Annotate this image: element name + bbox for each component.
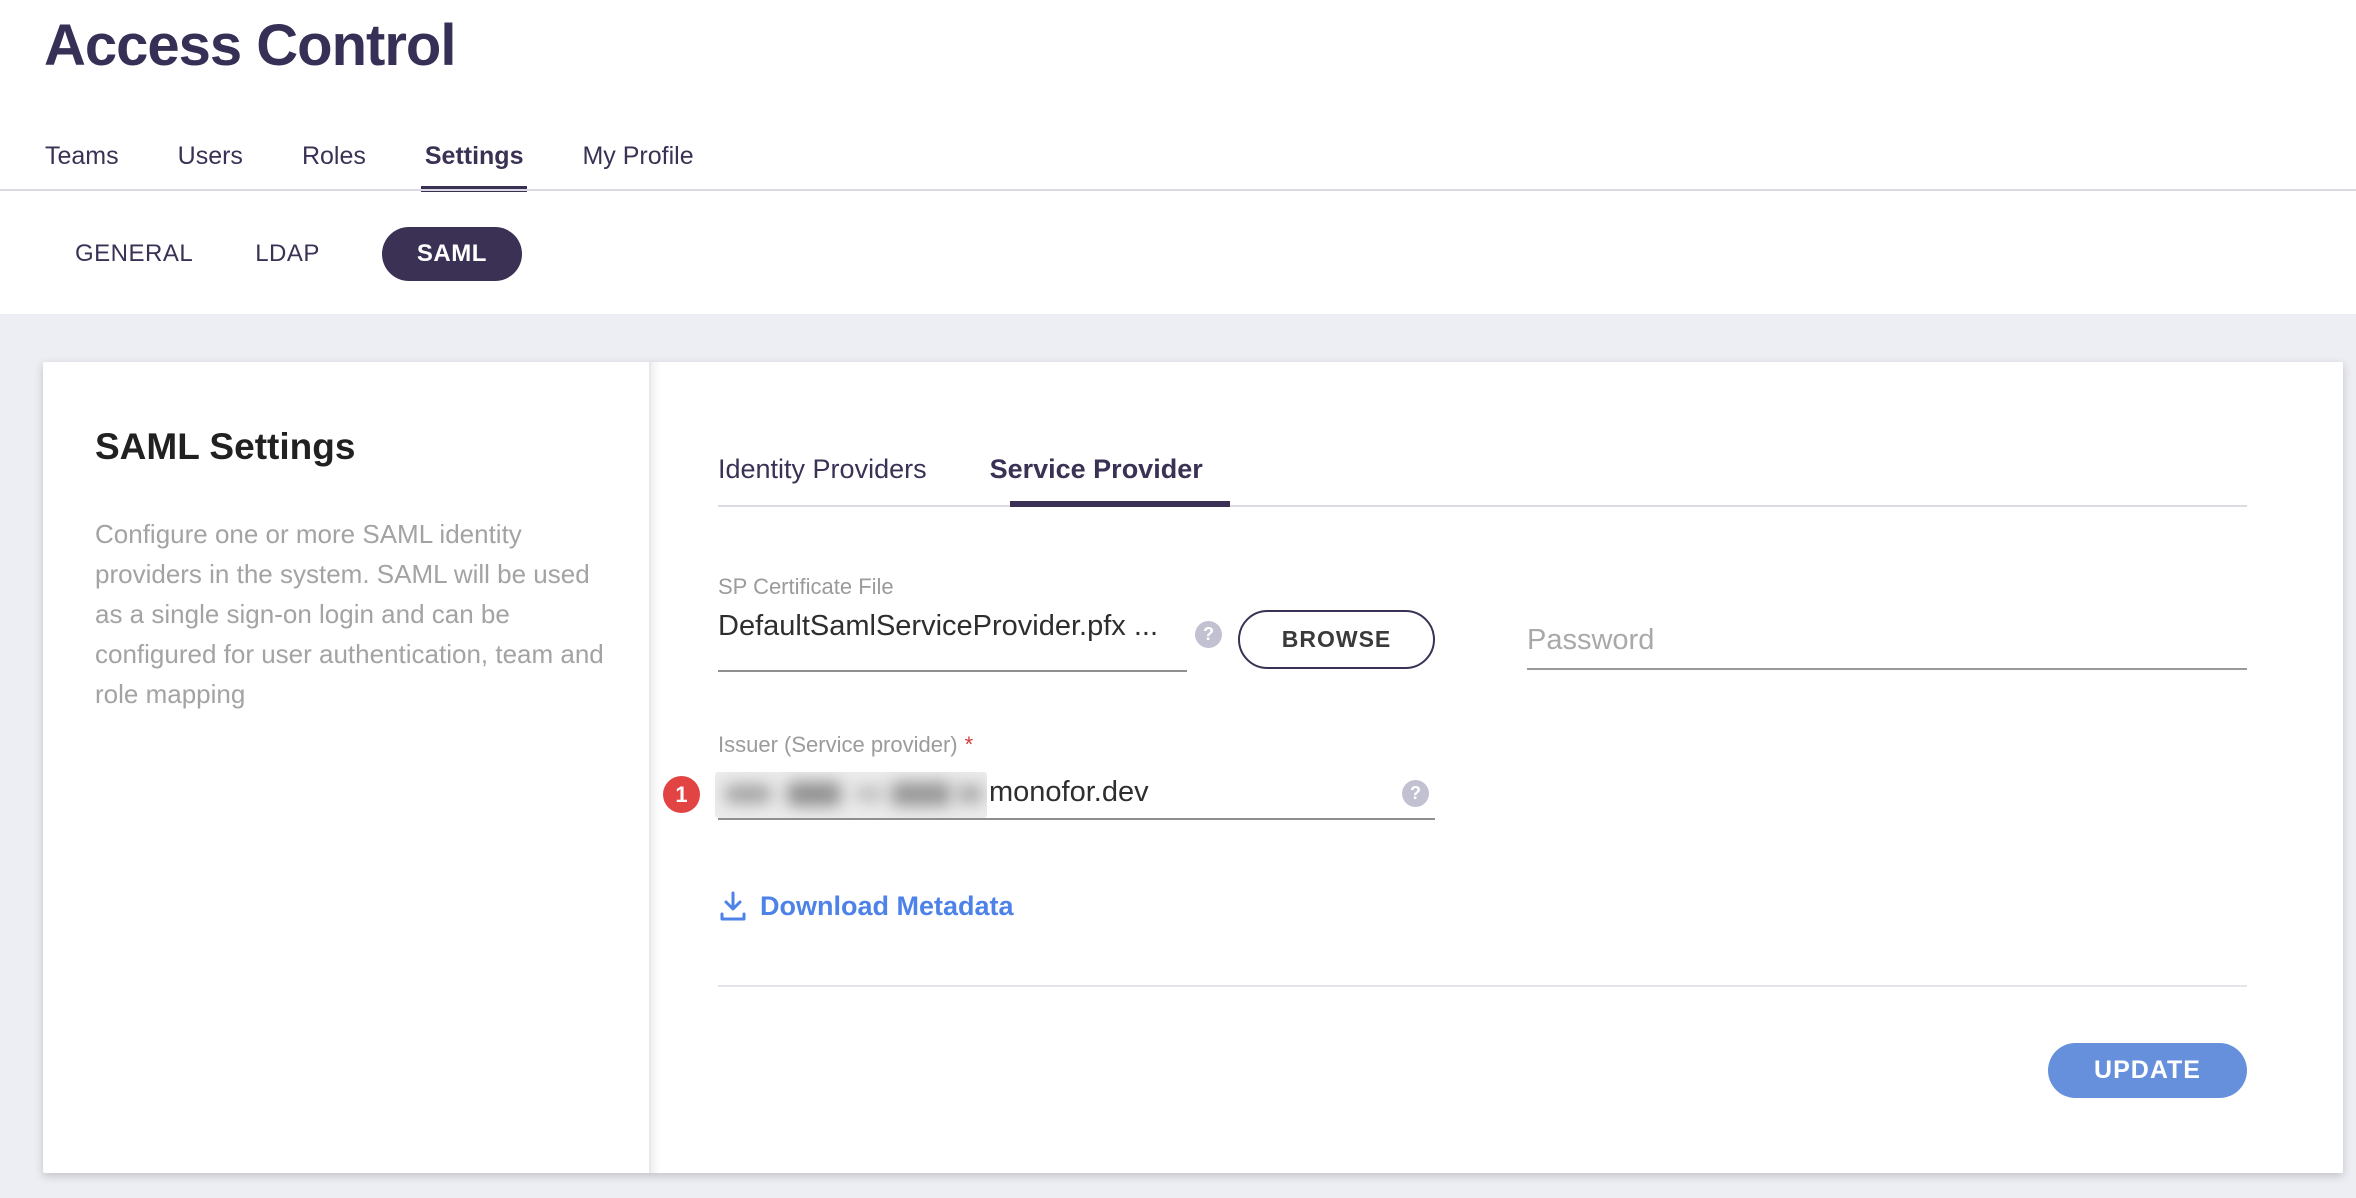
tab-my-profile[interactable]: My Profile	[582, 142, 693, 192]
sub-tab-saml[interactable]: SAML	[382, 227, 522, 281]
redaction-blur	[787, 782, 841, 806]
sp-certificate-file-field[interactable]: DefaultSamlServiceProvider.pfx ...	[718, 610, 1187, 643]
issuer-label: Issuer (Service provider) *	[718, 732, 973, 758]
update-button[interactable]: UPDATE	[2048, 1043, 2247, 1098]
panel-description: Configure one or more SAML identity prov…	[95, 514, 607, 714]
tab-identity-providers[interactable]: Identity Providers	[718, 454, 927, 485]
download-metadata-link[interactable]: Download Metadata	[718, 890, 1014, 922]
required-asterisk: *	[965, 732, 974, 757]
tab-roles[interactable]: Roles	[302, 142, 366, 192]
sp-certificate-help-icon[interactable]: ?	[1195, 621, 1222, 648]
form-bottom-divider	[718, 985, 2247, 987]
saml-tabs-divider	[718, 505, 2247, 507]
tab-teams[interactable]: Teams	[45, 142, 119, 192]
sub-tab-ldap[interactable]: LDAP	[255, 240, 320, 268]
sp-certificate-underline	[718, 670, 1187, 672]
issuer-underline	[718, 818, 1435, 820]
browse-button[interactable]: BROWSE	[1238, 610, 1435, 669]
issuer-input[interactable]: monofor.dev	[989, 776, 1149, 809]
tab-service-provider[interactable]: Service Provider	[990, 454, 1203, 485]
page-title: Access Control	[44, 12, 455, 79]
password-input[interactable]	[1527, 612, 2247, 670]
panel-title: SAML Settings	[95, 426, 355, 468]
sp-certificate-label: SP Certificate File	[718, 574, 894, 600]
issuer-help-icon[interactable]: ?	[1402, 780, 1429, 807]
download-metadata-label: Download Metadata	[760, 891, 1014, 922]
annotation-badge-1: 1	[663, 776, 700, 813]
tab-settings[interactable]: Settings	[425, 142, 524, 192]
card-vertical-divider	[649, 362, 651, 1173]
issuer-redacted-text	[715, 772, 987, 818]
issuer-label-text: Issuer (Service provider)	[718, 732, 958, 757]
redaction-blur	[891, 782, 951, 806]
nav-tabs-divider	[0, 189, 2356, 191]
download-icon	[718, 890, 748, 922]
settings-sub-tabs: GENERAL LDAP SAML	[75, 227, 522, 281]
redaction-blur	[725, 785, 771, 803]
access-control-page: Access Control Teams Users Roles Setting…	[0, 0, 2356, 1198]
redaction-blur	[855, 787, 883, 801]
saml-active-tab-underline	[1010, 501, 1230, 507]
sub-tab-general[interactable]: GENERAL	[75, 240, 193, 268]
saml-tabs: Identity Providers Service Provider	[718, 454, 1203, 485]
tab-users[interactable]: Users	[178, 142, 243, 192]
saml-settings-card: SAML Settings Configure one or more SAML…	[43, 362, 2343, 1173]
main-nav-tabs: Teams Users Roles Settings My Profile	[45, 142, 694, 192]
redaction-blur	[957, 785, 983, 803]
